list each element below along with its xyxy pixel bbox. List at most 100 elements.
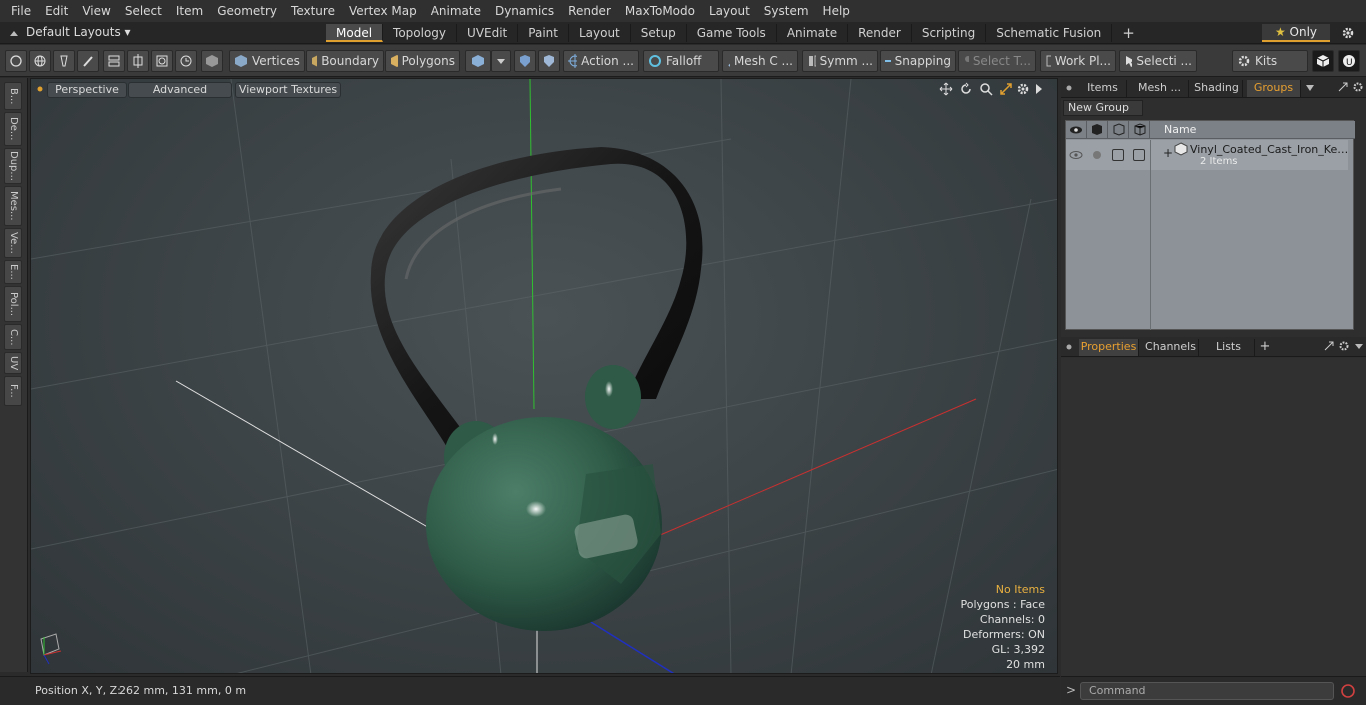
tab-setup[interactable]: Setup bbox=[631, 24, 687, 42]
brush-icon[interactable] bbox=[77, 50, 99, 72]
left-tab-ve[interactable]: Ve... bbox=[4, 228, 22, 258]
menu-vertex-map[interactable]: Vertex Map bbox=[342, 0, 424, 22]
menu-render[interactable]: Render bbox=[561, 0, 618, 22]
gear-icon[interactable] bbox=[1341, 26, 1355, 40]
kits-button[interactable]: Kits bbox=[1232, 50, 1308, 72]
command-input[interactable]: Command bbox=[1080, 682, 1334, 700]
work-plane-button[interactable]: Work Pl... bbox=[1040, 50, 1116, 72]
panel-dot-icon[interactable] bbox=[1065, 343, 1073, 351]
tab-layout[interactable]: Layout bbox=[569, 24, 631, 42]
menu-dynamics[interactable]: Dynamics bbox=[488, 0, 561, 22]
add-tab-icon[interactable]: + bbox=[1112, 24, 1145, 42]
tab-items[interactable]: Items bbox=[1079, 80, 1127, 97]
menu-system[interactable]: System bbox=[757, 0, 816, 22]
menu-item[interactable]: Item bbox=[169, 0, 210, 22]
left-tab-dup[interactable]: Dup... bbox=[4, 148, 22, 184]
left-tab-b[interactable]: B... bbox=[4, 82, 22, 110]
shield-icon[interactable] bbox=[514, 50, 536, 72]
menu-file[interactable]: File bbox=[4, 0, 38, 22]
left-tab-c[interactable]: C... bbox=[4, 324, 22, 350]
tab-paint[interactable]: Paint bbox=[518, 24, 569, 42]
panel-gear-icon[interactable] bbox=[1338, 340, 1350, 352]
perspective-button[interactable]: Perspective bbox=[47, 82, 127, 98]
tab-schematic-fusion[interactable]: Schematic Fusion bbox=[986, 24, 1113, 42]
new-group-button[interactable]: New Group bbox=[1063, 100, 1143, 116]
render-column-icon[interactable] bbox=[1087, 121, 1108, 139]
globe-icon[interactable] bbox=[29, 50, 51, 72]
left-tab-pol[interactable]: Pol... bbox=[4, 286, 22, 322]
only-button[interactable]: ★ Only bbox=[1262, 24, 1330, 42]
action-button[interactable]: Action ... bbox=[563, 50, 639, 72]
menu-animate[interactable]: Animate bbox=[424, 0, 488, 22]
3d-viewport[interactable]: Perspective Advanced Viewport Textures N… bbox=[30, 78, 1058, 674]
boundary-button[interactable]: Boundary bbox=[306, 50, 384, 72]
fit-icon[interactable] bbox=[999, 82, 1013, 96]
tab-shading[interactable]: Shading bbox=[1191, 80, 1243, 97]
selection-button[interactable]: Selecti ... bbox=[1119, 50, 1197, 72]
menu-view[interactable]: View bbox=[75, 0, 117, 22]
lock-column-icon[interactable] bbox=[1108, 121, 1129, 139]
menu-texture[interactable]: Texture bbox=[284, 0, 342, 22]
menu-geometry[interactable]: Geometry bbox=[210, 0, 284, 22]
symmetry-button[interactable]: Symm ... bbox=[802, 50, 878, 72]
panel-gear-icon[interactable] bbox=[1352, 81, 1364, 93]
chevron-down-icon[interactable] bbox=[491, 50, 511, 72]
zoom-icon[interactable] bbox=[979, 82, 993, 96]
tabs-dropdown-icon[interactable] bbox=[1305, 84, 1315, 92]
unreal-icon[interactable]: U bbox=[1338, 50, 1360, 72]
item-mode-icon[interactable] bbox=[465, 50, 491, 72]
lock-checkbox[interactable] bbox=[1112, 149, 1124, 161]
expand-panel-icon[interactable] bbox=[1323, 340, 1335, 352]
left-tab-uv[interactable]: UV bbox=[4, 352, 22, 374]
expand-plus-icon[interactable]: + bbox=[1163, 146, 1173, 160]
menu-layout[interactable]: Layout bbox=[702, 0, 757, 22]
name-column-header[interactable]: Name bbox=[1150, 121, 1355, 139]
collapse-arrow-icon[interactable] bbox=[8, 27, 20, 39]
tab-properties[interactable]: Properties bbox=[1079, 339, 1139, 356]
clock-icon[interactable] bbox=[175, 50, 197, 72]
advanced-button[interactable]: Advanced bbox=[128, 82, 232, 98]
layout-selector[interactable]: Default Layouts ▾ bbox=[26, 25, 131, 39]
chevron-down-icon[interactable] bbox=[1354, 341, 1364, 351]
viewport-gear-icon[interactable] bbox=[1016, 82, 1030, 96]
select-t-button[interactable]: Select T... bbox=[958, 50, 1036, 72]
expand-panel-icon[interactable] bbox=[1337, 81, 1349, 93]
pen-tool-icon[interactable] bbox=[53, 50, 75, 72]
tab-animate[interactable]: Animate bbox=[777, 24, 849, 42]
circle-select-icon[interactable] bbox=[5, 50, 27, 72]
menu-select[interactable]: Select bbox=[118, 0, 169, 22]
align-icon[interactable] bbox=[103, 50, 125, 72]
left-tab-f[interactable]: F... bbox=[4, 376, 22, 406]
snapping-button[interactable]: Snapping bbox=[880, 50, 956, 72]
tab-scripting[interactable]: Scripting bbox=[912, 24, 987, 42]
left-tab-de[interactable]: De... bbox=[4, 112, 22, 146]
tab-model[interactable]: Model bbox=[326, 24, 384, 42]
tab-uvedit[interactable]: UVEdit bbox=[457, 24, 519, 42]
tab-render[interactable]: Render bbox=[848, 24, 912, 42]
falloff-button[interactable]: Falloff bbox=[643, 50, 719, 72]
pan-icon[interactable] bbox=[939, 82, 953, 96]
add-tab-icon[interactable]: + bbox=[1257, 339, 1273, 356]
solid-cube-icon[interactable] bbox=[201, 50, 223, 72]
polygons-button[interactable]: Polygons bbox=[385, 50, 460, 72]
visibility-eye-icon[interactable] bbox=[1069, 148, 1083, 162]
select-column-icon[interactable] bbox=[1129, 121, 1150, 139]
shield-alt-icon[interactable] bbox=[538, 50, 560, 72]
viewport-dot-icon[interactable] bbox=[36, 85, 44, 93]
panel-dot-icon[interactable] bbox=[1065, 84, 1073, 92]
rotate-icon[interactable] bbox=[959, 82, 973, 96]
tab-game-tools[interactable]: Game Tools bbox=[687, 24, 777, 42]
group-row[interactable]: + Vinyl_Coated_Cast_Iron_Kett... 2 Items bbox=[1066, 140, 1350, 170]
tab-groups[interactable]: Groups bbox=[1247, 80, 1301, 97]
center-icon[interactable] bbox=[127, 50, 149, 72]
tab-topology[interactable]: Topology bbox=[383, 24, 458, 42]
tab-mesh[interactable]: Mesh ... bbox=[1131, 80, 1189, 97]
snap-box-icon[interactable] bbox=[151, 50, 173, 72]
eye-column-icon[interactable] bbox=[1066, 121, 1087, 139]
menu-maxtomodo[interactable]: MaxToModo bbox=[618, 0, 702, 22]
left-tab-mes[interactable]: Mes... bbox=[4, 186, 22, 226]
tab-channels[interactable]: Channels bbox=[1143, 339, 1199, 356]
chevron-right-icon[interactable] bbox=[1034, 83, 1044, 95]
menu-help[interactable]: Help bbox=[816, 0, 857, 22]
unity-icon[interactable] bbox=[1312, 50, 1334, 72]
